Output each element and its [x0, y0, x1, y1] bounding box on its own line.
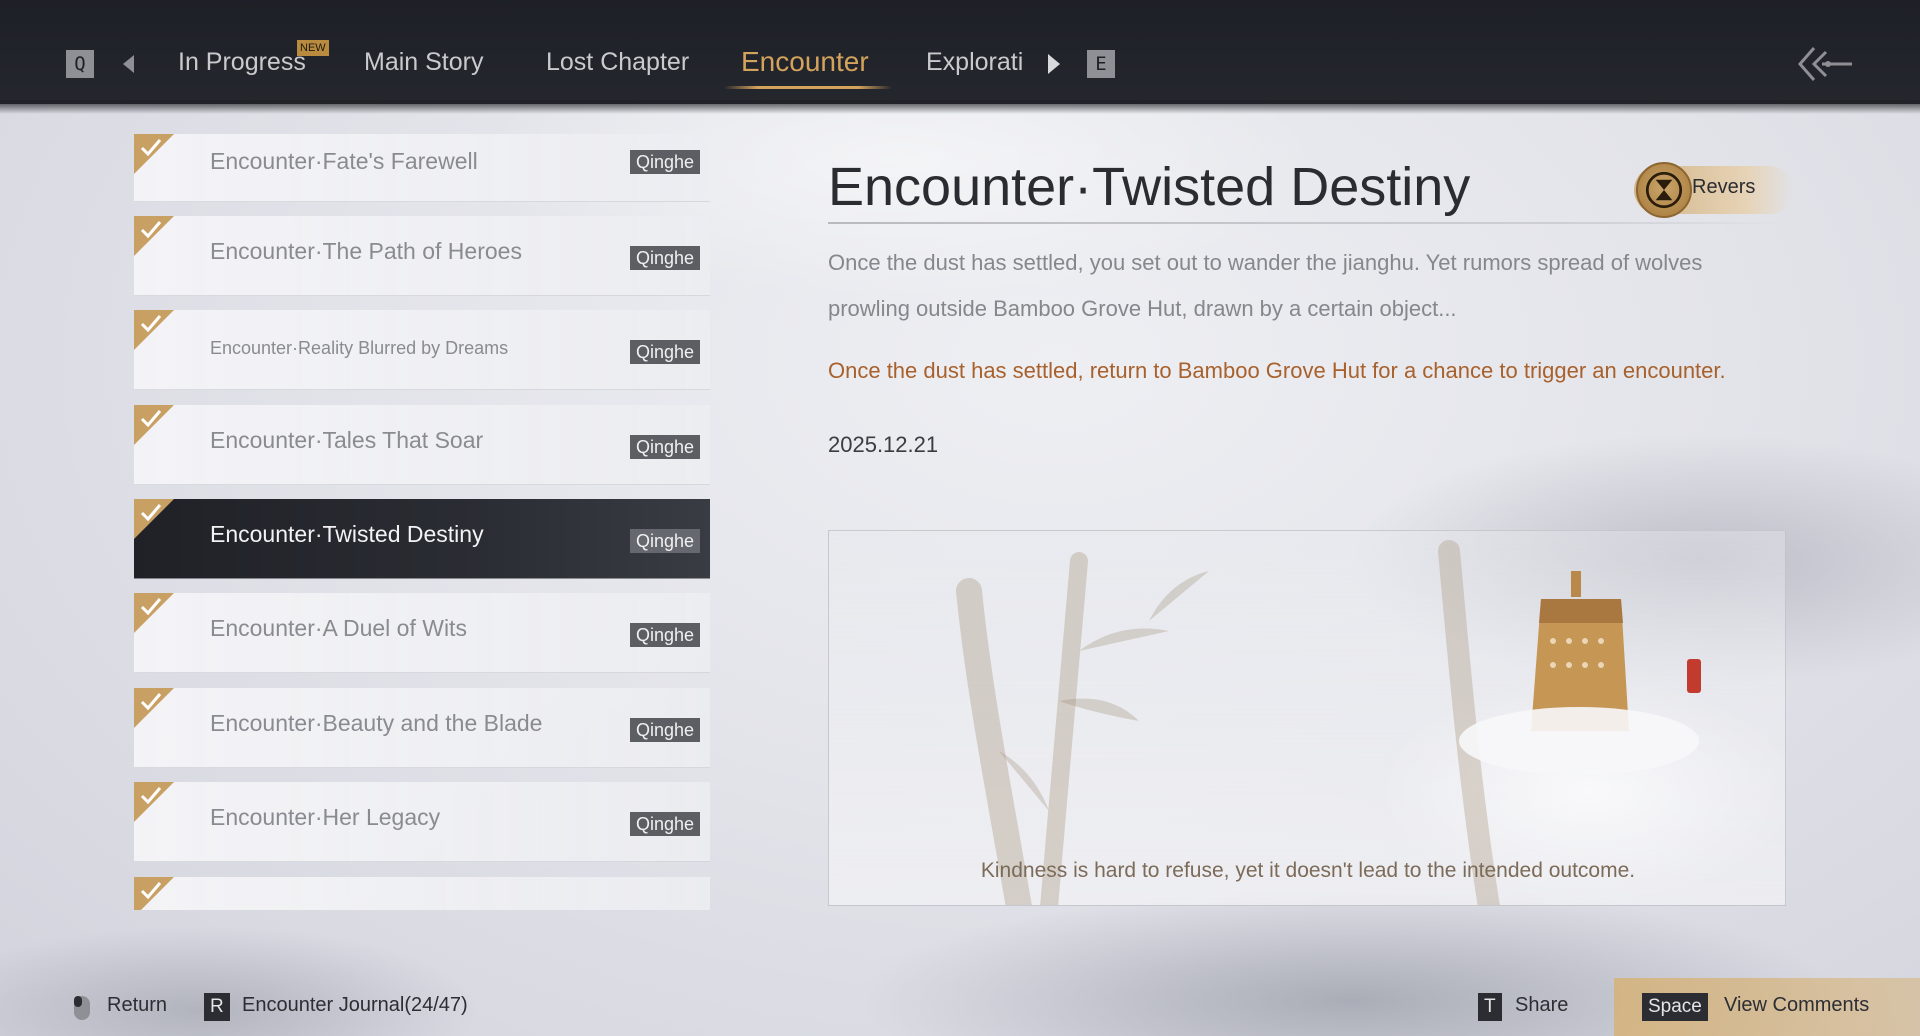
list-item[interactable]: Encounter·Reality Blurred by Dreams Qing…	[134, 310, 710, 390]
encounter-journal-button[interactable]: Encounter Journal(24/47)	[242, 994, 468, 1017]
encounter-title: Encounter·Twisted Destiny	[828, 157, 1471, 217]
location-tag: Qinghe	[629, 340, 700, 364]
ink-bamboo-bell-art	[956, 540, 1701, 905]
tab-encounter[interactable]: Encounter	[741, 46, 869, 80]
illustration-caption: Kindness is hard to refuse, yet it doesn…	[980, 859, 1636, 882]
tab-exploration[interactable]: Explorati	[926, 48, 1023, 82]
location-tag: Qinghe	[629, 623, 700, 647]
completed-check-icon	[134, 405, 174, 445]
back-arrow-icon[interactable]	[1796, 44, 1856, 84]
location-tag: Qinghe	[629, 718, 700, 742]
next-tab-key[interactable]: E	[1087, 50, 1115, 78]
red-seal-icon	[1687, 659, 1701, 693]
location-tag: Qinghe	[629, 529, 700, 553]
list-item-title: Encounter·Twisted Destiny	[210, 521, 484, 547]
tab-lost-chapter[interactable]: Lost Chapter	[546, 48, 689, 82]
list-item-selected[interactable]: Encounter·Twisted Destiny Qinghe	[134, 499, 710, 579]
location-tag: Qinghe	[629, 150, 700, 174]
list-item-title: Encounter·The Path of Heroes	[210, 238, 522, 264]
location-tag: Qinghe	[629, 246, 700, 270]
list-item-title: Encounter·Fate's Farewell	[210, 148, 478, 174]
list-item[interactable]: Encounter·Fate's Farewell Qinghe	[134, 134, 710, 202]
completed-check-icon	[134, 499, 174, 539]
location-tag: Qinghe	[629, 812, 700, 836]
list-item[interactable]: Encounter·Tales That Soar Qinghe	[134, 405, 710, 485]
tab-in-progress[interactable]: In Progress	[178, 48, 306, 82]
hourglass-icon[interactable]	[1636, 162, 1692, 218]
mouse-icon	[74, 996, 90, 1020]
encounter-illustration: Kindness is hard to refuse, yet it doesn…	[828, 530, 1786, 906]
next-tab-arrow-icon[interactable]	[1048, 54, 1060, 74]
list-item-title: Encounter·Her Legacy	[210, 804, 441, 830]
completed-check-icon	[134, 593, 174, 633]
list-item[interactable]: Encounter·A Duel of Wits Qinghe	[134, 593, 710, 673]
list-item[interactable]: Encounter·The Path of Heroes Qinghe	[134, 216, 710, 296]
tab-main-story[interactable]: Main Story	[364, 48, 483, 82]
prev-tab-key[interactable]: Q	[66, 50, 94, 78]
view-comments-button[interactable]: View Comments	[1724, 994, 1869, 1017]
reverse-label[interactable]: Revers	[1692, 176, 1755, 199]
share-button[interactable]: Share	[1515, 994, 1568, 1017]
journal-key[interactable]: R	[204, 993, 230, 1021]
list-item-title: Encounter·Reality Blurred by Dreams	[210, 338, 509, 358]
trigger-hint: Once the dust has settled, return to Bam…	[828, 358, 1726, 383]
completed-check-icon	[134, 310, 174, 350]
completed-check-icon	[134, 877, 174, 910]
completed-check-icon	[134, 782, 174, 822]
encounter-list[interactable]: Encounter·Fate's Farewell Qinghe Encount…	[134, 134, 710, 910]
encounter-description: Once the dust has settled, you set out t…	[828, 240, 1778, 332]
list-item-title: Encounter·Tales That Soar	[210, 427, 484, 453]
share-key[interactable]: T	[1478, 993, 1502, 1021]
list-item[interactable]: Encounter·Beauty and the Blade Qinghe	[134, 688, 710, 768]
list-item[interactable]: Encounter·Her Legacy Qinghe	[134, 782, 710, 862]
list-item-title: Encounter·A Duel of Wits	[210, 615, 467, 641]
completed-check-icon	[134, 216, 174, 256]
description-line-2: prowling outside Bamboo Grove Hut, drawn…	[828, 296, 1457, 321]
space-key[interactable]: Space	[1642, 993, 1708, 1021]
location-tag: Qinghe	[629, 435, 700, 459]
return-button[interactable]: Return	[107, 994, 167, 1017]
prev-tab-arrow-icon[interactable]	[123, 55, 134, 73]
title-divider	[828, 222, 1786, 224]
completed-check-icon	[134, 688, 174, 728]
encounter-date: 2025.12.21	[828, 432, 939, 457]
list-item-title: Encounter·Beauty and the Blade	[210, 710, 543, 736]
active-tab-indicator	[724, 86, 892, 89]
bell-icon	[1531, 571, 1629, 731]
list-item[interactable]	[134, 877, 710, 910]
description-line-1: Once the dust has settled, you set out t…	[828, 250, 1703, 275]
new-badge: NEW	[297, 40, 329, 56]
completed-check-icon	[134, 134, 174, 174]
